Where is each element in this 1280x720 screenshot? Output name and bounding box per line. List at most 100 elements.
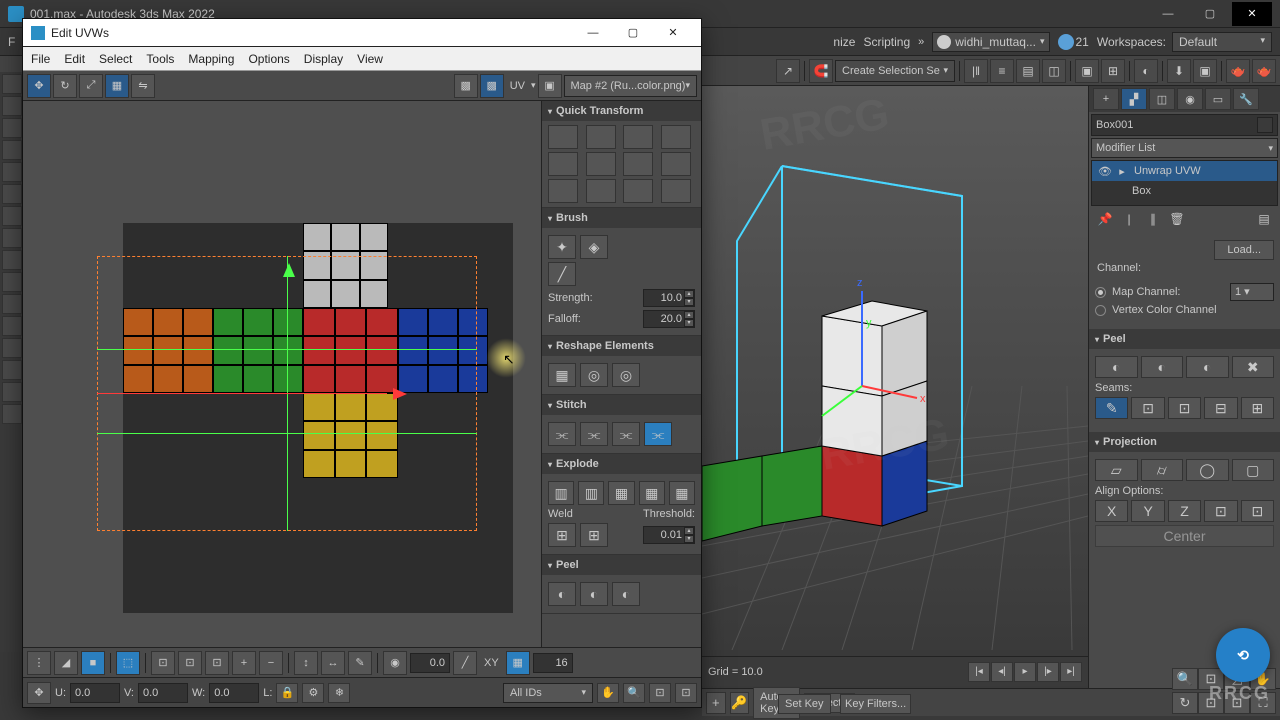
- sel-btn-2[interactable]: ⊡: [178, 651, 202, 675]
- qt-btn-6[interactable]: [586, 152, 616, 176]
- left-tool-13[interactable]: [2, 338, 22, 358]
- modifier-unwrap-uvw[interactable]: 👁 ▸ Unwrap UVW: [1092, 161, 1277, 181]
- pan-icon[interactable]: ✋: [597, 683, 619, 703]
- proj-planar-icon[interactable]: ▱: [1095, 459, 1138, 481]
- left-tool-15[interactable]: [2, 382, 22, 402]
- align-view-icon[interactable]: ⊡: [1241, 500, 1274, 522]
- user-account[interactable]: widhi_muttaq... ▾: [932, 32, 1049, 52]
- left-tool-16[interactable]: [2, 404, 22, 424]
- schematic-icon[interactable]: ⊞: [1101, 59, 1125, 83]
- brush-header[interactable]: Brush: [542, 208, 701, 228]
- pin-stack-icon[interactable]: 📌: [1097, 211, 1113, 227]
- seam-btn-4[interactable]: ⊟: [1204, 397, 1237, 419]
- brush-relax-icon[interactable]: ◈: [580, 235, 608, 259]
- stitch-btn-1[interactable]: ⫘: [548, 422, 576, 446]
- nav-zoom-icon[interactable]: 🔍: [1172, 668, 1198, 690]
- gizmo-y-arrow-icon[interactable]: [283, 263, 295, 277]
- peel-rollout-header[interactable]: Peel: [1089, 329, 1280, 349]
- qt-btn-11[interactable]: [623, 179, 653, 203]
- uv-menu-view[interactable]: View: [357, 52, 383, 66]
- uv-menu-edit[interactable]: Edit: [64, 52, 85, 66]
- uv-menu-mapping[interactable]: Mapping: [188, 52, 234, 66]
- left-tool-14[interactable]: [2, 360, 22, 380]
- modifier-list-dropdown[interactable]: Modifier List▾: [1091, 138, 1278, 158]
- curve-editor-icon[interactable]: ▣: [1075, 59, 1099, 83]
- remove-mod-icon[interactable]: 🗑: [1169, 211, 1185, 227]
- qt-btn-4[interactable]: [661, 125, 691, 149]
- vertex-subobj-icon[interactable]: ⋮: [27, 651, 51, 675]
- peel-btn-1[interactable]: ◐: [548, 582, 576, 606]
- utilities-tab-icon[interactable]: 🔧: [1233, 88, 1259, 110]
- lock-icon[interactable]: 🔒: [276, 683, 298, 703]
- display-tab-icon[interactable]: ▭: [1205, 88, 1231, 110]
- menu-f[interactable]: F: [8, 35, 15, 49]
- uv-menu-file[interactable]: File: [31, 52, 50, 66]
- explode-btn-2[interactable]: ▥: [578, 481, 604, 505]
- key-mode-icon[interactable]: 🔑: [730, 692, 750, 714]
- stitch-btn-4[interactable]: ⫘: [644, 422, 672, 446]
- grid-snap-icon[interactable]: ▦: [506, 651, 530, 675]
- close-button[interactable]: ✕: [1232, 2, 1272, 26]
- qt-btn-10[interactable]: [586, 179, 616, 203]
- qt-btn-12[interactable]: [661, 179, 691, 203]
- texture-icon[interactable]: ▣: [538, 74, 562, 98]
- create-tab-icon[interactable]: +: [1093, 88, 1119, 110]
- falloff-curve-icon[interactable]: ╱: [453, 651, 477, 675]
- u-input[interactable]: [70, 683, 120, 703]
- motion-tab-icon[interactable]: ◉: [1177, 88, 1203, 110]
- proj-cylinder-icon[interactable]: ⌭: [1141, 459, 1184, 481]
- left-tool-6[interactable]: [2, 184, 22, 204]
- rotate-tool-icon[interactable]: ↻: [53, 74, 77, 98]
- move-mode-icon[interactable]: ✥: [27, 682, 51, 704]
- workspace-dropdown[interactable]: Default ▾: [1172, 32, 1272, 52]
- seam-btn-2[interactable]: ⊡: [1131, 397, 1164, 419]
- grid-size-input[interactable]: [533, 653, 573, 673]
- peel-cmd-1[interactable]: ◐: [1095, 356, 1138, 378]
- loop-icon[interactable]: ↕: [294, 651, 318, 675]
- peel-cmd-4[interactable]: ✖: [1232, 356, 1275, 378]
- zoom-icon[interactable]: 🔍: [623, 683, 645, 703]
- menu-customize-partial[interactable]: nize: [833, 35, 855, 49]
- show-end-icon[interactable]: |: [1121, 211, 1137, 227]
- object-name-field[interactable]: Box001: [1091, 114, 1278, 136]
- uv-close-button[interactable]: ✕: [653, 21, 693, 45]
- mirror-tool-icon[interactable]: ⇋: [131, 74, 155, 98]
- w-input[interactable]: [209, 683, 259, 703]
- goto-end-icon[interactable]: ▸|: [1060, 662, 1082, 682]
- qt-btn-1[interactable]: [548, 125, 578, 149]
- stitch-header[interactable]: Stitch: [542, 395, 701, 415]
- left-tool-12[interactable]: [2, 316, 22, 336]
- set-key-button[interactable]: Set Key: [778, 694, 831, 714]
- qt-btn-9[interactable]: [548, 179, 578, 203]
- qt-btn-7[interactable]: [623, 152, 653, 176]
- load-button[interactable]: Load...: [1214, 240, 1274, 260]
- teapot-icon[interactable]: 🫖: [1226, 59, 1250, 83]
- material-editor-icon[interactable]: ◐: [1134, 59, 1158, 83]
- snow-icon[interactable]: ❄: [328, 683, 350, 703]
- map-channel-radio[interactable]: [1095, 287, 1106, 298]
- selection-set-combo[interactable]: Create Selection Se ▾: [835, 60, 955, 82]
- reshape-btn-1[interactable]: ▦: [548, 363, 576, 387]
- seam-btn-1[interactable]: ✎: [1095, 397, 1128, 419]
- map-dropdown[interactable]: Map #2 (Ru...color.png) ▾: [564, 75, 697, 97]
- expand-icon[interactable]: ▸: [1116, 165, 1128, 178]
- freeform-tool-icon[interactable]: ▦: [105, 74, 129, 98]
- uv-maximize-button[interactable]: ▢: [613, 21, 653, 45]
- center-button[interactable]: Center: [1095, 525, 1274, 547]
- quick-transform-header[interactable]: Quick Transform: [542, 101, 701, 121]
- stitch-btn-2[interactable]: ⫘: [580, 422, 608, 446]
- vertex-color-radio[interactable]: [1095, 305, 1106, 316]
- checker2-icon[interactable]: ▩: [480, 74, 504, 98]
- scale-tool-icon[interactable]: ⤢: [79, 74, 103, 98]
- v-input[interactable]: [138, 683, 188, 703]
- soft-falloff-input[interactable]: [410, 653, 450, 673]
- modify-tab-icon[interactable]: ▞: [1121, 88, 1147, 110]
- unique-icon[interactable]: ∥: [1145, 211, 1161, 227]
- left-tool-9[interactable]: [2, 250, 22, 270]
- play-icon[interactable]: ▸: [1014, 662, 1036, 682]
- threshold-spinner[interactable]: ▴▾: [643, 526, 695, 544]
- proj-sphere-icon[interactable]: ◯: [1186, 459, 1229, 481]
- peel-btn-3[interactable]: ◐: [612, 582, 640, 606]
- strength-spinner[interactable]: ▴▾: [643, 289, 695, 307]
- object-color-swatch[interactable]: [1257, 117, 1273, 133]
